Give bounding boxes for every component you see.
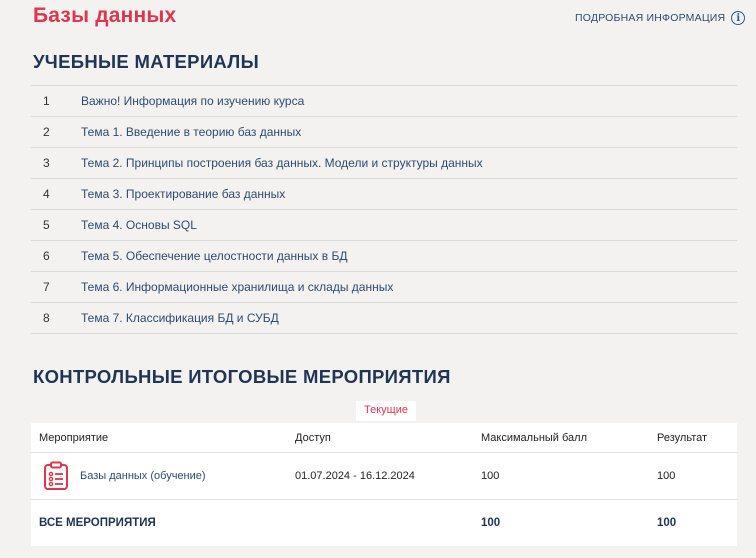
list-item: 6 Тема 5. Обеспечение целостности данных … — [31, 241, 737, 272]
list-item: 1 Важно! Информация по изучению курса — [31, 86, 737, 117]
max-score-cell: 100 — [481, 470, 500, 482]
table-header: Мероприятие Доступ Максимальный балл Рез… — [31, 423, 737, 453]
result-cell: 100 — [657, 470, 676, 482]
event-link[interactable]: Базы данных (обучение) — [80, 470, 206, 482]
list-item: 3 Тема 2. Принципы построения баз данных.… — [31, 148, 737, 179]
column-header-access: Доступ — [295, 431, 331, 444]
materials-section-title: УЧЕБНЫЕ МАТЕРИАЛЫ — [33, 51, 259, 72]
list-item: 4 Тема 3. Проектирование баз данных — [31, 179, 737, 210]
event-cell: Базы данных (обучение) — [31, 461, 287, 491]
events-table: Мероприятие Доступ Максимальный балл Рез… — [31, 423, 737, 546]
material-link[interactable]: Тема 6. Информационные хранилища и склад… — [81, 280, 393, 294]
item-number: 3 — [43, 156, 50, 170]
column-header-event: Мероприятие — [39, 431, 109, 444]
item-number: 5 — [43, 218, 50, 232]
materials-list: 1 Важно! Информация по изучению курса 2 Те… — [31, 85, 737, 334]
total-max-score: 100 — [481, 517, 501, 529]
column-header-max-score: Максимальный балл — [481, 431, 587, 444]
table-row: Базы данных (обучение) 01.07.2024 - 16.1… — [31, 453, 737, 500]
material-link[interactable]: Важно! Информация по изучению курса — [81, 94, 304, 108]
events-section-title: КОНТРОЛЬНЫЕ ИТОГОВЫЕ МЕРОПРИЯТИЯ — [33, 366, 451, 387]
access-cell: 01.07.2024 - 16.12.2024 — [295, 470, 415, 482]
all-events-link[interactable]: ВСЕ МЕРОПРИЯТИЯ — [31, 517, 287, 529]
item-number: 7 — [43, 280, 50, 294]
item-number: 8 — [43, 311, 50, 325]
item-number: 6 — [43, 249, 50, 263]
details-link[interactable]: ПОДРОБНАЯ ИНФОРМАЦИЯ i — [575, 11, 746, 25]
list-item: 7 Тема 6. Информационные хранилища и скла… — [31, 272, 737, 303]
material-link[interactable]: Тема 2. Принципы построения баз данных. … — [81, 156, 483, 170]
material-link[interactable]: Тема 1. Введение в теорию баз данных — [81, 125, 301, 139]
tab-current[interactable]: Текущие — [356, 401, 416, 421]
totals-row: ВСЕ МЕРОПРИЯТИЯ 100 100 — [31, 500, 737, 546]
item-number: 2 — [43, 125, 50, 139]
details-link-label: ПОДРОБНАЯ ИНФОРМАЦИЯ — [575, 12, 726, 24]
page-title: Базы данных — [33, 4, 177, 27]
item-number: 4 — [43, 187, 50, 201]
list-item: 8 Тема 7. Классификация БД и СУБД — [31, 303, 737, 334]
checklist-icon — [44, 461, 68, 490]
material-link[interactable]: Тема 7. Классификация БД и СУБД — [81, 311, 279, 325]
total-result: 100 — [657, 517, 677, 529]
list-item: 2 Тема 1. Введение в теорию баз данных — [31, 117, 737, 148]
material-link[interactable]: Тема 4. Основы SQL — [81, 218, 197, 232]
column-header-result: Результат — [657, 431, 708, 444]
item-number: 1 — [43, 94, 50, 108]
info-icon[interactable]: i — [731, 11, 746, 25]
material-link[interactable]: Тема 5. Обеспечение целостности данных в… — [81, 249, 347, 263]
material-link[interactable]: Тема 3. Проектирование баз данных — [81, 187, 285, 201]
list-item: 5 Тема 4. Основы SQL — [31, 210, 737, 241]
